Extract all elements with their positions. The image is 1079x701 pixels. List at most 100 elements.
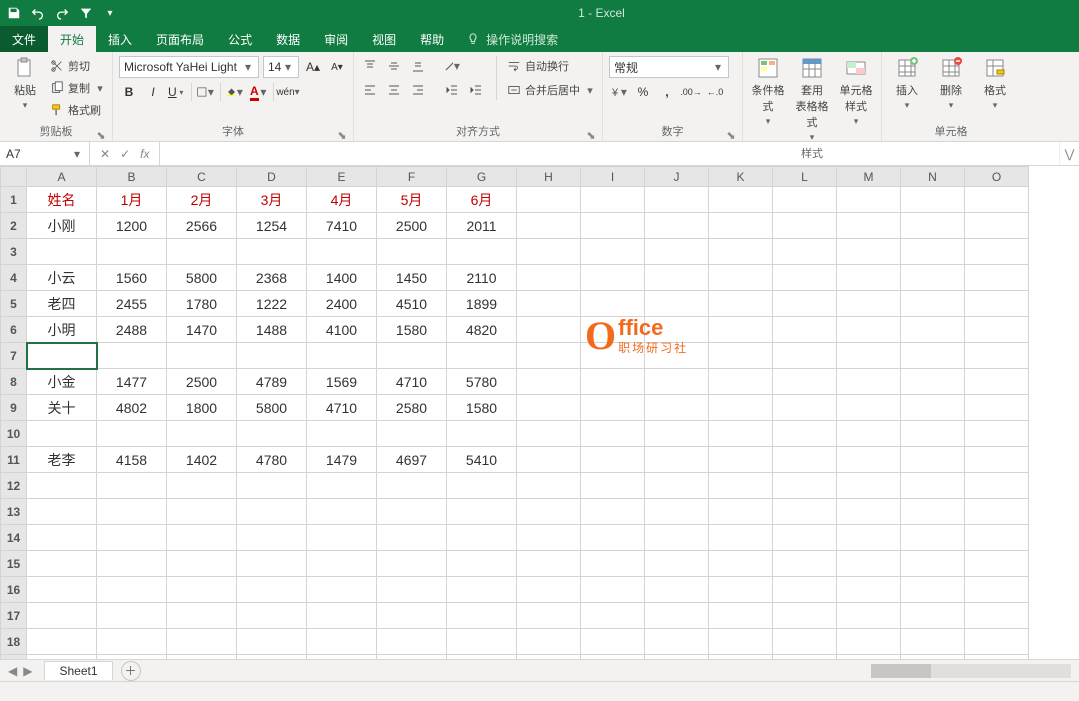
col-header-D[interactable]: D [237, 167, 307, 187]
cell[interactable]: 1254 [237, 213, 307, 239]
cut-button[interactable]: 剪切 [50, 56, 106, 76]
cell[interactable] [517, 395, 581, 421]
cell[interactable] [837, 525, 901, 551]
cell[interactable] [965, 239, 1029, 265]
redo-icon[interactable] [54, 5, 70, 21]
cell[interactable] [645, 421, 709, 447]
cell[interactable] [237, 473, 307, 499]
cell[interactable] [447, 421, 517, 447]
row-header-3[interactable]: 3 [1, 239, 27, 265]
cell[interactable]: 4802 [97, 395, 167, 421]
expand-formula-bar-icon[interactable]: ⋁ [1059, 142, 1079, 165]
cell[interactable] [517, 265, 581, 291]
cell[interactable] [901, 213, 965, 239]
comma-button[interactable]: , [657, 82, 677, 102]
cell[interactable] [709, 369, 773, 395]
col-header-N[interactable]: N [901, 167, 965, 187]
cell[interactable] [377, 239, 447, 265]
cell[interactable] [645, 317, 709, 343]
cell[interactable] [307, 525, 377, 551]
cell[interactable] [97, 629, 167, 655]
cell[interactable] [773, 655, 837, 660]
cell[interactable] [773, 421, 837, 447]
new-sheet-button[interactable]: ＋ [121, 661, 141, 681]
align-launcher-icon[interactable]: ⬊ [586, 129, 596, 139]
qat-customize-icon[interactable]: ▾ [102, 5, 118, 21]
align-bottom-button[interactable] [408, 56, 428, 76]
row-header-17[interactable]: 17 [1, 603, 27, 629]
cell[interactable] [517, 291, 581, 317]
cell[interactable] [709, 629, 773, 655]
cell[interactable]: 小云 [27, 265, 97, 291]
cell[interactable] [517, 551, 581, 577]
cell[interactable] [307, 499, 377, 525]
cell[interactable] [27, 551, 97, 577]
cell[interactable] [27, 239, 97, 265]
font-color-button[interactable]: A▾ [249, 82, 269, 102]
cell[interactable] [773, 551, 837, 577]
cell[interactable] [901, 473, 965, 499]
row-header-15[interactable]: 15 [1, 551, 27, 577]
cell[interactable]: 5800 [167, 265, 237, 291]
align-center-button[interactable] [384, 80, 404, 100]
cell[interactable]: 1580 [447, 395, 517, 421]
cell[interactable] [645, 473, 709, 499]
cell[interactable] [447, 473, 517, 499]
cell[interactable] [517, 447, 581, 473]
cell[interactable] [709, 239, 773, 265]
cell[interactable] [965, 525, 1029, 551]
cell[interactable]: 2566 [167, 213, 237, 239]
align-top-button[interactable] [360, 56, 380, 76]
cell[interactable] [965, 291, 1029, 317]
clipboard-launcher-icon[interactable]: ⬊ [96, 129, 106, 139]
cell[interactable] [307, 655, 377, 660]
cell[interactable] [773, 525, 837, 551]
cell[interactable]: 1780 [167, 291, 237, 317]
row-header-4[interactable]: 4 [1, 265, 27, 291]
cell[interactable]: 1200 [97, 213, 167, 239]
cell[interactable] [773, 265, 837, 291]
cell[interactable] [27, 421, 97, 447]
cell[interactable] [97, 603, 167, 629]
cell[interactable] [773, 473, 837, 499]
cell[interactable]: 1450 [377, 265, 447, 291]
cell[interactable] [773, 317, 837, 343]
col-header-L[interactable]: L [773, 167, 837, 187]
cell[interactable]: 1470 [167, 317, 237, 343]
number-format-combo[interactable]: 常规▾ [609, 56, 729, 78]
row-header-16[interactable]: 16 [1, 577, 27, 603]
cell[interactable]: 2500 [167, 369, 237, 395]
cell[interactable] [709, 577, 773, 603]
wrap-text-button[interactable]: 自动换行 [507, 56, 596, 76]
cell[interactable] [709, 551, 773, 577]
tell-me[interactable]: 操作说明搜索 [456, 26, 568, 52]
cell[interactable] [581, 187, 645, 213]
cell[interactable] [581, 343, 645, 369]
cell[interactable]: 4510 [377, 291, 447, 317]
cell[interactable] [965, 473, 1029, 499]
cell[interactable] [773, 395, 837, 421]
cell[interactable] [837, 447, 901, 473]
cell[interactable] [773, 369, 837, 395]
sheet-nav-first-icon[interactable]: ◀ [8, 664, 17, 678]
cell[interactable] [965, 213, 1029, 239]
cell[interactable] [709, 525, 773, 551]
cell[interactable]: 1月 [97, 187, 167, 213]
cell[interactable] [167, 239, 237, 265]
cell[interactable] [709, 343, 773, 369]
cell[interactable] [773, 213, 837, 239]
cell[interactable] [709, 473, 773, 499]
cell[interactable]: 2455 [97, 291, 167, 317]
cell[interactable]: 1899 [447, 291, 517, 317]
cell[interactable] [965, 369, 1029, 395]
cell[interactable] [517, 473, 581, 499]
cell[interactable] [901, 239, 965, 265]
cell[interactable] [645, 265, 709, 291]
cell[interactable] [773, 291, 837, 317]
cell[interactable] [965, 395, 1029, 421]
tab-data[interactable]: 数据 [264, 26, 312, 52]
cell[interactable] [965, 447, 1029, 473]
cell[interactable] [167, 577, 237, 603]
cell[interactable] [901, 525, 965, 551]
cell[interactable] [837, 629, 901, 655]
